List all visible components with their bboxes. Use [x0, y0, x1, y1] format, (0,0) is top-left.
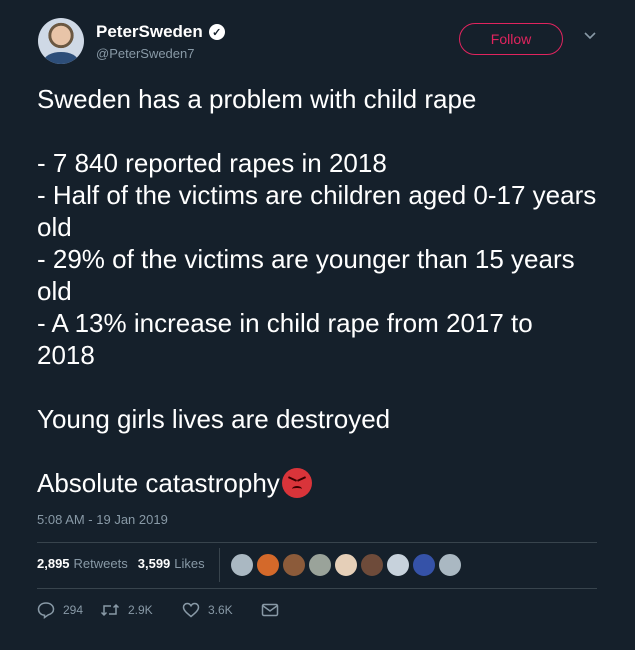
likes-label[interactable]: Likes [174, 556, 204, 571]
tweet-text: Sweden has a problem with child rape - 7… [37, 83, 597, 499]
tweet-line: - 29% of the victims are younger than 15… [37, 244, 575, 306]
retweet-action[interactable]: 2.9K [100, 602, 182, 618]
liker-avatar[interactable] [282, 553, 306, 577]
author-handle[interactable]: @PeterSweden7 [96, 46, 194, 61]
avatar[interactable] [38, 18, 84, 64]
message-action[interactable] [261, 603, 279, 617]
divider [37, 588, 597, 589]
tweet-line: Sweden has a problem with child rape [37, 84, 477, 114]
liker-avatars [230, 553, 462, 577]
tweet-line-text: Absolute catastrophy [37, 468, 280, 498]
tweet-line-last: Absolute catastrophy [37, 467, 597, 499]
retweet-count: 2.9K [128, 603, 153, 617]
liker-avatar[interactable] [438, 553, 462, 577]
action-bar: 294 2.9K 3.6K [37, 601, 279, 619]
follow-button[interactable]: Follow [459, 23, 563, 55]
liker-avatar[interactable] [412, 553, 436, 577]
heart-icon[interactable] [182, 602, 200, 618]
reply-action[interactable]: 294 [37, 601, 100, 619]
envelope-icon[interactable] [261, 603, 279, 617]
liker-avatar[interactable] [256, 553, 280, 577]
avatar-shirt [44, 52, 78, 64]
tweet-line: - Half of the victims are children aged … [37, 180, 597, 242]
author-name-row[interactable]: PeterSweden ✓ [96, 22, 225, 42]
retweet-icon[interactable] [100, 602, 120, 618]
likes-count[interactable]: 3,599 [138, 556, 171, 571]
stats-separator [219, 548, 220, 582]
tweet-header: PeterSweden ✓ @PeterSweden7 Follow [38, 18, 635, 68]
like-action[interactable]: 3.6K [182, 602, 261, 618]
author-name[interactable]: PeterSweden [96, 22, 203, 42]
liker-avatar[interactable] [334, 553, 358, 577]
reply-count: 294 [63, 603, 84, 617]
like-count: 3.6K [208, 603, 233, 617]
tweet-line: - 7 840 reported rapes in 2018 [37, 148, 387, 178]
reply-icon[interactable] [37, 601, 55, 619]
tweet-timestamp[interactable]: 5:08 AM - 19 Jan 2019 [37, 512, 168, 527]
retweets-count[interactable]: 2,895 [37, 556, 70, 571]
tweet-line: - A 13% increase in child rape from 2017… [37, 308, 533, 370]
angry-face-emoji-icon [281, 468, 312, 498]
verified-badge-icon: ✓ [208, 24, 225, 40]
engagement-stats: 2,895 Retweets 3,599 Likes [37, 556, 205, 571]
liker-avatar[interactable] [230, 553, 254, 577]
liker-avatar[interactable] [386, 553, 410, 577]
retweets-label[interactable]: Retweets [74, 556, 128, 571]
divider [37, 542, 597, 543]
chevron-down-icon[interactable] [583, 29, 597, 43]
liker-avatar[interactable] [360, 553, 384, 577]
tweet-line: Young girls lives are destroyed [37, 404, 391, 434]
liker-avatar[interactable] [308, 553, 332, 577]
